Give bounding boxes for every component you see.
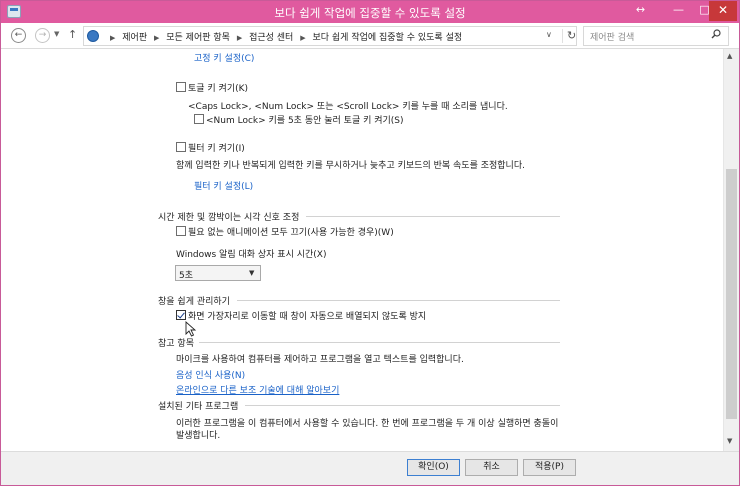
breadcrumb-separator-icon[interactable]: ▶	[154, 34, 159, 42]
filter-keys-description: 함께 입력한 키나 반복되게 입력한 키를 무시하거나 늦추고 키보드의 반복 …	[176, 161, 525, 171]
installed-programs-heading: 설치된 기타 프로그램	[158, 402, 239, 412]
mouse-cursor-icon	[185, 321, 197, 337]
filter-keys-settings-link[interactable]: 필터 키 설정(L)	[194, 179, 253, 192]
title-bar[interactable]: 보다 쉽게 작업에 집중할 수 있도록 설정 ↔ — □ ✕	[1, 1, 739, 23]
ok-button[interactable]: 확인(O)	[407, 459, 460, 476]
breadcrumb: ▶ 제어판 ▶ 모든 제어판 항목 ▶ 접근성 센터 ▶ 보다 쉽게 작업에 집…	[106, 30, 462, 43]
control-panel-window: 보다 쉽게 작업에 집중할 수 있도록 설정 ↔ — □ ✕ ← → ▼ ↑ ▶…	[0, 0, 740, 486]
notification-duration-label: Windows 알림 대화 상자 표시 시간(X)	[176, 250, 327, 260]
installed-programs-description-line2: 발생합니다.	[176, 431, 221, 441]
cancel-button[interactable]: 취소	[465, 459, 518, 476]
breadcrumb-current-page[interactable]: 보다 쉽게 작업에 집중할 수 있도록 설정	[312, 33, 462, 43]
section-divider	[245, 405, 560, 406]
see-also-description: 마이크를 사용하여 컴퓨터를 제어하고 프로그램을 열고 텍스트를 입력합니다.	[176, 355, 464, 365]
chevron-down-icon: ▼	[249, 269, 255, 277]
breadcrumb-separator-icon[interactable]: ▶	[237, 34, 242, 42]
breadcrumb-ease-of-access[interactable]: 접근성 센터	[249, 33, 293, 43]
search-box[interactable]: 제어판 검색	[583, 26, 729, 46]
recent-locations-button[interactable]: ▼	[54, 30, 59, 38]
navigation-bar: ← → ▼ ↑ ▶ 제어판 ▶ 모든 제어판 항목 ▶ 접근성 센터 ▶ 보다 …	[1, 23, 739, 49]
toggle-keys-checkbox[interactable]	[176, 82, 186, 92]
breadcrumb-control-panel[interactable]: 제어판	[122, 33, 147, 43]
prevent-snap-label[interactable]: 화면 가장자리로 이동할 때 창이 자동으로 배열되지 않도록 방지	[188, 309, 426, 322]
apply-button[interactable]: 적용(P)	[523, 459, 576, 476]
animations-off-label[interactable]: 필요 없는 애니메이션 모두 끄기(사용 가능한 경우)(W)	[188, 225, 394, 238]
forward-button[interactable]: →	[35, 28, 50, 43]
toggle-keys-description: <Caps Lock>, <Num Lock> 또는 <Scroll Lock>…	[188, 102, 508, 112]
breadcrumb-all-items[interactable]: 모든 제어판 항목	[166, 33, 230, 43]
animations-off-checkbox[interactable]	[176, 226, 186, 236]
notification-duration-value: 5초	[179, 271, 194, 281]
dialog-button-bar: 확인(O) 취소 적용(P)	[1, 451, 739, 485]
vertical-scrollbar[interactable]: ▲ ▼	[723, 49, 739, 451]
section-divider	[306, 216, 560, 217]
address-dropdown-icon[interactable]: ∨	[546, 30, 552, 39]
close-button[interactable]: ✕	[709, 1, 737, 21]
time-limits-heading: 시간 제한 및 깜박이는 시각 신호 조정	[158, 213, 300, 223]
minimize-button[interactable]: —	[665, 1, 692, 21]
section-divider	[199, 342, 560, 343]
section-divider	[237, 300, 560, 301]
up-button[interactable]: ↑	[68, 28, 77, 41]
num-lock-toggle-checkbox[interactable]	[194, 114, 204, 124]
prevent-snap-checkbox[interactable]	[176, 310, 186, 320]
back-button[interactable]: ←	[11, 28, 26, 43]
search-icon[interactable]	[711, 29, 721, 39]
address-bar[interactable]: ▶ 제어판 ▶ 모든 제어판 항목 ▶ 접근성 센터 ▶ 보다 쉽게 작업에 집…	[83, 26, 577, 46]
sticky-keys-settings-link[interactable]: 고정 키 설정(C)	[194, 51, 254, 64]
speech-recognition-link[interactable]: 음성 인식 사용(N)	[176, 368, 245, 381]
toggle-keys-label[interactable]: 토글 키 켜기(K)	[188, 81, 248, 94]
scroll-up-icon[interactable]: ▲	[727, 52, 732, 60]
breadcrumb-separator-icon[interactable]: ▶	[110, 34, 115, 42]
settings-content: 고정 키 설정(C) 토글 키 켜기(K) <Caps Lock>, <Num …	[1, 49, 723, 451]
online-assistive-tech-link[interactable]: 온라인으로 다른 보조 기술에 대해 알아보기	[176, 383, 339, 396]
installed-programs-description-line1: 이러한 프로그램을 이 컴퓨터에서 사용할 수 있습니다. 한 번에 프로그램을…	[176, 419, 559, 429]
filter-keys-checkbox[interactable]	[176, 142, 186, 152]
window-management-heading: 창을 쉽게 관리하기	[158, 297, 230, 307]
refresh-icon[interactable]: ↻	[562, 29, 576, 43]
search-placeholder: 제어판 검색	[590, 33, 635, 43]
see-also-heading: 참고 항목	[158, 339, 194, 349]
control-panel-location-icon	[87, 30, 99, 42]
filter-keys-label[interactable]: 필터 키 켜기(I)	[188, 141, 245, 154]
breadcrumb-separator-icon[interactable]: ▶	[300, 34, 305, 42]
resize-icon[interactable]: ↔	[627, 1, 654, 21]
scroll-down-icon[interactable]: ▼	[727, 437, 732, 445]
notification-duration-select[interactable]: 5초 ▼	[175, 265, 261, 281]
scrollbar-thumb[interactable]	[726, 169, 737, 419]
num-lock-toggle-label[interactable]: <Num Lock> 키를 5초 동안 눌러 토글 키 켜기(S)	[206, 113, 404, 126]
